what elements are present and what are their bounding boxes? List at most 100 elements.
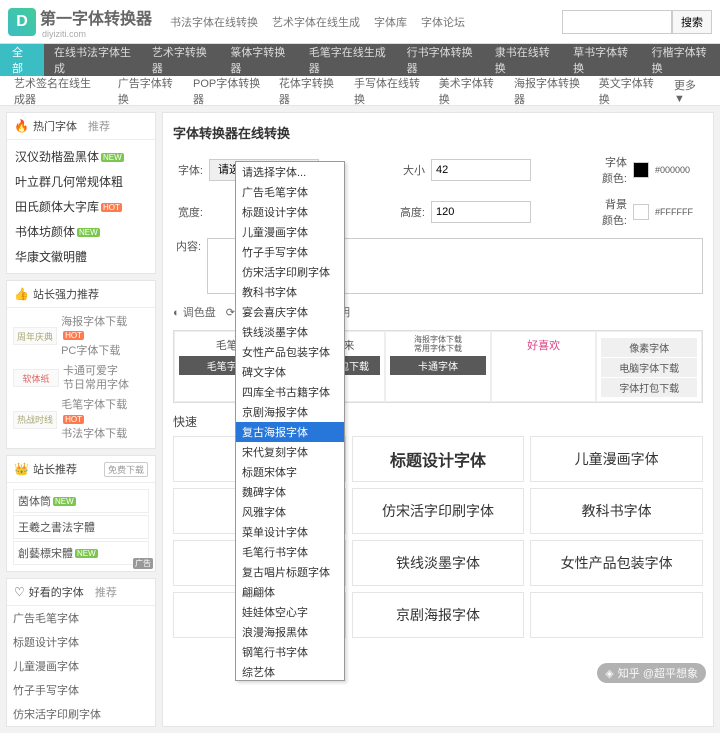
dropdown-option[interactable]: 四库全书古籍字体: [236, 382, 344, 402]
dropdown-option[interactable]: 综艺体: [236, 662, 344, 681]
topnav-item[interactable]: 字体论坛: [421, 14, 465, 30]
color-swatch[interactable]: [633, 162, 649, 178]
nice-link[interactable]: 仿宋活字印刷字体: [7, 702, 155, 726]
dropdown-option[interactable]: 碑文字体: [236, 362, 344, 382]
dropdown-option[interactable]: 儿童漫画字体: [236, 222, 344, 242]
preview-cell[interactable]: 标题设计字体: [352, 436, 525, 482]
nav-item[interactable]: POP字体转换器: [187, 75, 267, 107]
preview-cell[interactable]: 铁线淡墨字体: [352, 540, 525, 586]
nav-item[interactable]: 艺术签名在线生成器: [8, 75, 106, 107]
hot-font-item[interactable]: 田氏颜体大字库HOT: [13, 194, 149, 219]
hot-font-item[interactable]: 华康文徽明體: [13, 244, 149, 269]
rec-link[interactable]: 卡通可爱字: [63, 364, 129, 378]
nice-link[interactable]: 标题设计字体: [7, 630, 155, 654]
topnav-item[interactable]: 书法字体在线转换: [170, 14, 258, 30]
dropdown-option[interactable]: 标题设计字体: [236, 202, 344, 222]
height-input[interactable]: [431, 201, 531, 223]
nav-more[interactable]: 更多 ▼: [668, 77, 712, 105]
dropdown-option[interactable]: 毛笔行书字体: [236, 542, 344, 562]
dropdown-option[interactable]: 京剧海报字体: [236, 402, 344, 422]
dropdown-option[interactable]: 宋代复刻字体: [236, 442, 344, 462]
dropdown-option[interactable]: 宴会喜庆字体: [236, 302, 344, 322]
preview-cell[interactable]: 仿宋活字印刷字体: [352, 488, 525, 534]
rec-link[interactable]: 毛笔字体下载 HOT: [61, 398, 149, 427]
dropdown-option[interactable]: 复古海报字体: [236, 422, 344, 442]
rec-link[interactable]: PC字体下载: [61, 344, 149, 358]
nav-item[interactable]: 行书字体转换器: [397, 44, 485, 76]
rec-title: 站长强力推荐: [33, 286, 99, 302]
dropdown-option[interactable]: 娃娃体空心字: [236, 602, 344, 622]
dropdown-option[interactable]: 魏碑字体: [236, 482, 344, 502]
preview-cell[interactable]: 儿童漫画字体: [530, 436, 703, 482]
header: D 第一字体转换器 diyiziti.com 书法字体在线转换艺术字体在线生成字…: [0, 0, 720, 44]
preview-cell[interactable]: 女性产品包装字体: [530, 540, 703, 586]
nav-item[interactable]: 手写体在线转换: [348, 75, 427, 107]
cat-cell[interactable]: 像素字体电脑字体下载字体打包下载: [596, 331, 702, 402]
nav-item[interactable]: 隶书在线转换: [485, 44, 563, 76]
width-label: 宽度:: [173, 204, 203, 220]
srec-item[interactable]: 茵体筒NEW: [13, 489, 149, 513]
nav-item[interactable]: 在线书法字体生成: [44, 44, 142, 76]
dropdown-option[interactable]: 广告毛笔字体: [236, 182, 344, 202]
srec-item[interactable]: 創藝標宋體NEW: [13, 541, 149, 565]
cat-cell[interactable]: 好喜欢: [491, 331, 597, 402]
rec-link[interactable]: 节日常用字体: [63, 378, 129, 392]
nav-item[interactable]: 毛笔字在线生成器: [299, 44, 397, 76]
srec-title: 站长推荐: [33, 461, 77, 477]
dropdown-option[interactable]: 仿宋活字印刷字体: [236, 262, 344, 282]
dropdown-option[interactable]: 铁线淡墨字体: [236, 322, 344, 342]
nice-link[interactable]: 竹子手写字体: [7, 678, 155, 702]
font-label: 字体:: [173, 162, 203, 178]
nice-link[interactable]: 儿童漫画字体: [7, 654, 155, 678]
nav-item[interactable]: 行楷字体转换: [642, 44, 720, 76]
nav-item[interactable]: 海报字体转换器: [508, 75, 587, 107]
dropdown-option[interactable]: 复古唱片标题字体: [236, 562, 344, 582]
nice-fonts-box: ♡好看的字体 推荐 广告毛笔字体标题设计字体儿童漫画字体竹子手写字体仿宋活字印刷…: [6, 578, 156, 727]
topnav-item[interactable]: 艺术字体在线生成: [272, 14, 360, 30]
font-dropdown[interactable]: 请选择字体...广告毛笔字体标题设计字体儿童漫画字体竹子手写字体仿宋活字印刷字体…: [235, 161, 345, 681]
dropdown-option[interactable]: 竹子手写字体: [236, 242, 344, 262]
color-value: #000000: [655, 165, 690, 175]
hot-font-item[interactable]: 书体坊颜体NEW: [13, 219, 149, 244]
nice-link[interactable]: 广告毛笔字体: [7, 606, 155, 630]
rec-row[interactable]: 软体纸卡通可爱字节日常用字体: [13, 361, 149, 396]
nav-all[interactable]: 全部: [0, 44, 44, 76]
preview-cell[interactable]: 京剧海报字体: [352, 592, 525, 638]
dropdown-option[interactable]: 浪漫海报黑体: [236, 622, 344, 642]
dropdown-option[interactable]: 菜单设计字体: [236, 522, 344, 542]
bg-swatch[interactable]: [633, 204, 649, 220]
nav-item[interactable]: 广告字体转换: [112, 75, 181, 107]
srec-item[interactable]: 王羲之書法字體: [13, 515, 149, 539]
dropdown-option[interactable]: 风雅字体: [236, 502, 344, 522]
nav-item[interactable]: 美术字体转换: [433, 75, 502, 107]
nav-item[interactable]: 艺术字转换器: [142, 44, 220, 76]
nav-item[interactable]: 篆体字转换器: [220, 44, 298, 76]
nav-item[interactable]: 草书字体转换: [563, 44, 641, 76]
zhihu-icon: ◈: [605, 667, 613, 680]
dropdown-option[interactable]: 钢笔行书字体: [236, 642, 344, 662]
cat-preview: 海报字体下载 常用字体下载: [390, 336, 486, 354]
rec-link[interactable]: 书法字体下载: [61, 427, 149, 441]
dropdown-option[interactable]: 教科书字体: [236, 282, 344, 302]
dropdown-option[interactable]: 标题宋体字: [236, 462, 344, 482]
toolbar-btn[interactable]: ◐ 调色盘: [173, 304, 216, 320]
nav-item[interactable]: 英文字体转换: [593, 75, 662, 107]
size-label: 大小: [395, 162, 425, 178]
size-input[interactable]: [431, 159, 531, 181]
rec-link[interactable]: 海报字体下载 HOT: [61, 315, 149, 344]
dropdown-option[interactable]: 女性产品包装字体: [236, 342, 344, 362]
search-input[interactable]: [562, 10, 672, 34]
logo[interactable]: D 第一字体转换器 diyiziti.com: [8, 5, 152, 39]
hot-font-item[interactable]: 叶立群几何常规体粗: [13, 169, 149, 194]
rec-row[interactable]: 热战时线毛笔字体下载 HOT书法字体下载: [13, 395, 149, 444]
hot-font-item[interactable]: 汉仪劲楷盈黑体NEW: [13, 144, 149, 169]
cat-cell[interactable]: 海报字体下载 常用字体下载卡通字体: [385, 331, 491, 402]
search-button[interactable]: 搜索: [672, 10, 712, 34]
preview-cell[interactable]: [530, 592, 703, 638]
preview-cell[interactable]: 教科书字体: [530, 488, 703, 534]
rec-row[interactable]: 周年庆典海报字体下载 HOTPC字体下载: [13, 312, 149, 361]
topnav-item[interactable]: 字体库: [374, 14, 407, 30]
dropdown-option[interactable]: 请选择字体...: [236, 162, 344, 182]
dropdown-option[interactable]: 翩翩体: [236, 582, 344, 602]
nav-item[interactable]: 花体字转换器: [273, 75, 342, 107]
